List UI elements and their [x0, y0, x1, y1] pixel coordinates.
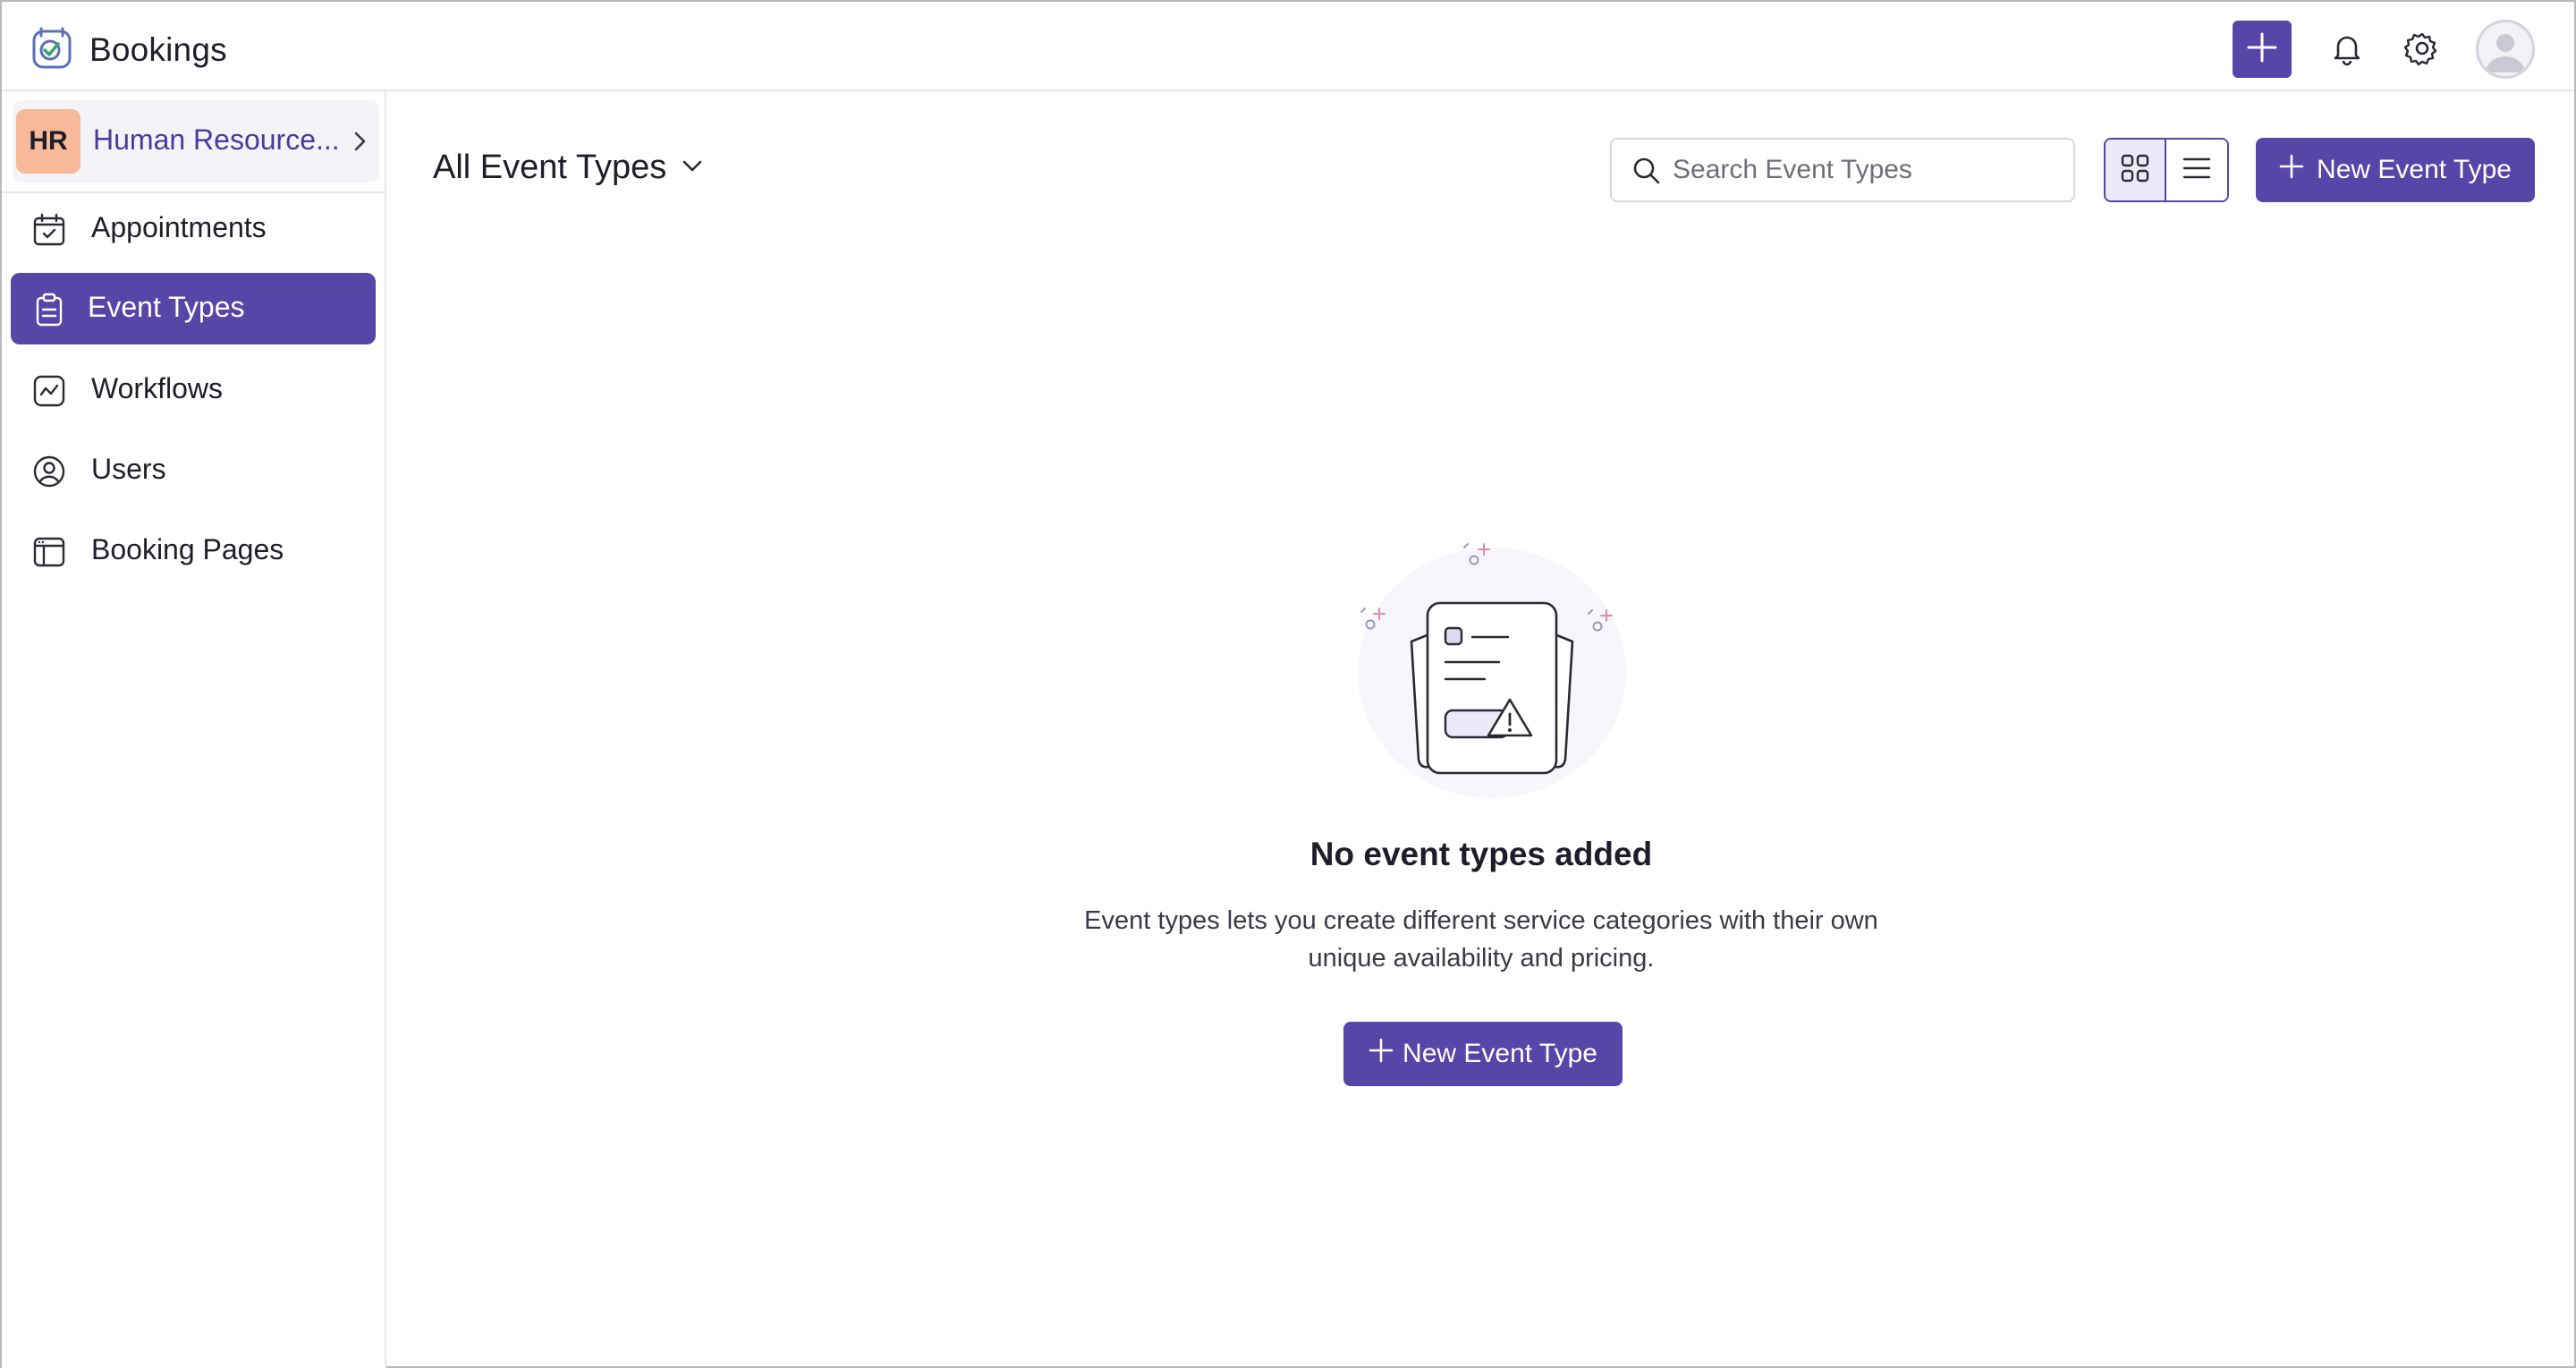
view-toggle: [2104, 138, 2229, 202]
chevron-right-icon: [345, 127, 374, 156]
plus-icon: [2246, 31, 2278, 68]
sidebar-item-label: Event Types: [88, 291, 245, 323]
calendar-check-logo-icon: [29, 23, 77, 76]
user-avatar-button[interactable]: [2476, 20, 2535, 79]
grid-icon: [2120, 153, 2150, 188]
new-event-type-button[interactable]: New Event Type: [2256, 138, 2535, 202]
sidebar: HR Human Resource... Appointments Event …: [2, 91, 386, 1368]
user-avatar-icon: [2479, 34, 2532, 76]
org-switcher[interactable]: HR Human Resource...: [13, 100, 379, 183]
sidebar-item-booking-pages[interactable]: Booking Pages: [11, 515, 376, 587]
calendar-check-icon: [32, 213, 66, 247]
sidebar-item-event-types[interactable]: Event Types: [11, 273, 376, 344]
filter-label: All Event Types: [433, 149, 667, 186]
org-badge: HR: [16, 109, 80, 174]
brand[interactable]: Bookings: [29, 23, 227, 76]
search-input[interactable]: [1673, 141, 2066, 199]
new-event-type-label: New Event Type: [2317, 155, 2512, 184]
sidebar-item-appointments[interactable]: Appointments: [11, 193, 376, 265]
list-view-button[interactable]: [2166, 140, 2227, 200]
list-icon: [2182, 153, 2212, 188]
sidebar-item-label: Workflows: [91, 372, 223, 404]
settings-button[interactable]: [2402, 29, 2442, 68]
notifications-button[interactable]: [2327, 29, 2367, 68]
empty-state-title: No event types added: [1309, 836, 1653, 872]
empty-state-description: Event types lets you create different se…: [1084, 906, 1878, 973]
plus-icon: [1368, 1038, 1402, 1070]
top-bar: Bookings: [2, 2, 2574, 91]
workflow-icon: [32, 374, 66, 408]
plus-icon: [2279, 154, 2317, 186]
sidebar-item-workflows[interactable]: Workflows: [11, 354, 376, 426]
empty-state-illustration: [1349, 539, 1635, 798]
booking-page-icon: [32, 535, 66, 569]
org-name: Human Resource...: [93, 123, 340, 156]
bell-icon: [2327, 36, 2367, 72]
clipboard-icon: [32, 293, 66, 327]
empty-state-button-label: New Event Type: [1402, 1039, 1597, 1068]
user-circle-icon: [32, 455, 66, 489]
sidebar-item-label: Users: [91, 453, 166, 485]
sidebar-item-users[interactable]: Users: [11, 435, 376, 506]
quick-add-button[interactable]: [2233, 21, 2292, 78]
app-title: Bookings: [89, 30, 227, 68]
grid-view-button[interactable]: [2106, 140, 2167, 200]
main-content: All Event Types Search Event Types New E…: [388, 91, 2574, 1368]
search-box: [1610, 138, 2075, 202]
search-icon: [1631, 156, 1662, 186]
event-type-filter-dropdown[interactable]: All Event Types: [433, 149, 706, 187]
chevron-down-icon: [666, 152, 706, 183]
sidebar-item-label: Appointments: [91, 211, 267, 243]
sidebar-item-label: Booking Pages: [91, 533, 284, 565]
empty-state-new-event-type-button[interactable]: New Event Type: [1343, 1022, 1623, 1086]
gear-icon: [2402, 32, 2442, 72]
